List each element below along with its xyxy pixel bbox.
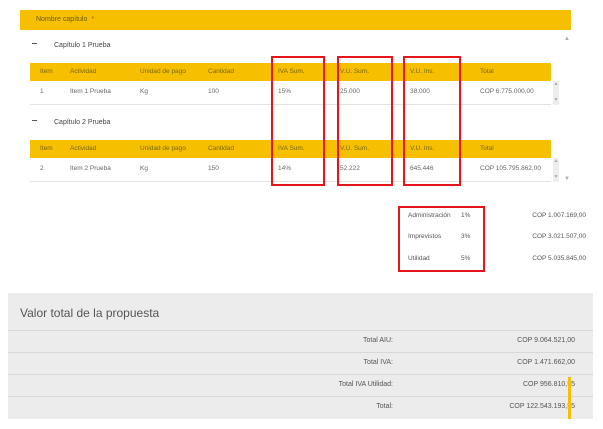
col-unidad: Unidad de pago xyxy=(140,68,186,75)
cell-unidad: Kg xyxy=(140,88,148,95)
summary-value: COP 9.064.521,00 xyxy=(517,337,575,344)
minus-icon[interactable] xyxy=(32,120,37,121)
col-actividad: Actividad xyxy=(70,68,97,75)
arrow-down-icon[interactable]: ▼ xyxy=(553,174,559,180)
panel-scrollbar[interactable]: ▲ ▼ xyxy=(563,36,571,192)
summary-line-total: Total: COP 122.543.193,55 xyxy=(8,396,593,415)
cell-total: COP 105.795.862,00 xyxy=(480,165,541,172)
summary-label: Total: xyxy=(376,403,393,410)
col-cantidad: Cantidad xyxy=(208,68,235,75)
aiu-value: COP 3.021.507,00 xyxy=(532,233,586,240)
aiu-percent: 1% xyxy=(461,212,471,219)
chapter-title: Capítulo 1 Prueba xyxy=(54,42,111,49)
arrow-down-icon[interactable]: ▼ xyxy=(563,176,571,182)
arrow-up-icon[interactable]: ▲ xyxy=(553,81,559,87)
accent-bar xyxy=(568,377,571,419)
aiu-label: Administración xyxy=(408,212,451,219)
chapter-row-1[interactable]: Capítulo 1 Prueba xyxy=(20,38,571,56)
highlight-vu-sum-column xyxy=(337,56,393,186)
col-item: Item xyxy=(40,68,53,75)
aiu-row-imprevistos: Imprevistos 3% COP 3.021.507,00 xyxy=(396,229,586,245)
aiu-percent: 5% xyxy=(461,255,471,262)
cell-item: 2 xyxy=(40,165,44,172)
col-item: Item xyxy=(40,145,53,152)
col-total: Total xyxy=(480,68,494,75)
arrow-up-icon[interactable]: ▲ xyxy=(553,158,559,164)
summary-line-total-iva: Total IVA: COP 1.471.662,00 xyxy=(8,352,593,371)
summary-value: COP 122.543.193,55 xyxy=(509,403,575,410)
cell-unidad: Kg xyxy=(140,165,148,172)
aiu-row-administracion: Administración 1% COP 1.007.169,00 xyxy=(396,208,586,224)
arrow-up-icon[interactable]: ▲ xyxy=(563,36,571,42)
aiu-breakdown: Administración 1% COP 1.007.169,00 Impre… xyxy=(396,206,586,274)
cell-cantidad: 150 xyxy=(208,165,219,172)
chapter-title: Capítulo 2 Prueba xyxy=(54,119,111,126)
minus-icon[interactable] xyxy=(32,43,37,44)
col-total: Total xyxy=(480,145,494,152)
cell-item: 1 xyxy=(40,88,44,95)
proposal-summary: Valor total de la propuesta Total AIU: C… xyxy=(8,293,593,419)
col-actividad: Actividad xyxy=(70,145,97,152)
summary-label: Total IVA: xyxy=(363,359,393,366)
summary-label: Total AIU: xyxy=(363,337,393,344)
aiu-label: Utilidad xyxy=(408,255,430,262)
cell-total: COP 6.775.000,00 xyxy=(480,88,534,95)
cell-actividad: Item 2 Prueba xyxy=(70,165,111,172)
chapter-name-header: Nombre capítulo * xyxy=(20,10,571,30)
highlight-iva-column xyxy=(271,56,325,186)
col-cantidad: Cantidad xyxy=(208,145,235,152)
chapter-name-label: Nombre capítulo xyxy=(36,16,88,23)
cell-actividad: Item 1 Prueba xyxy=(70,88,111,95)
aiu-percent: 3% xyxy=(461,233,471,240)
aiu-value: COP 5.035.845,00 xyxy=(532,255,586,262)
summary-label: Total IVA Utilidad: xyxy=(338,381,393,388)
arrow-down-icon[interactable]: ▼ xyxy=(553,97,559,103)
aiu-row-utilidad: Utilidad 5% COP 5.035.845,00 xyxy=(396,251,586,267)
highlight-vu-ins-column xyxy=(403,56,461,186)
summary-line-total-iva-utilidad: Total IVA Utilidad: COP 956.810,55 xyxy=(8,374,593,393)
aiu-value: COP 1.007.169,00 xyxy=(532,212,586,219)
row-scrollbar[interactable]: ▲ ▼ xyxy=(553,81,559,105)
required-marker: * xyxy=(91,16,95,23)
aiu-label: Imprevistos xyxy=(408,233,442,240)
cell-cantidad: 100 xyxy=(208,88,219,95)
summary-title: Valor total de la propuesta xyxy=(20,306,160,320)
summary-value: COP 1.471.662,00 xyxy=(517,359,575,366)
row-scrollbar[interactable]: ▲ ▼ xyxy=(553,158,559,182)
col-unidad: Unidad de pago xyxy=(140,145,186,152)
summary-line-total-aiu: Total AIU: COP 9.064.521,00 xyxy=(8,330,593,349)
